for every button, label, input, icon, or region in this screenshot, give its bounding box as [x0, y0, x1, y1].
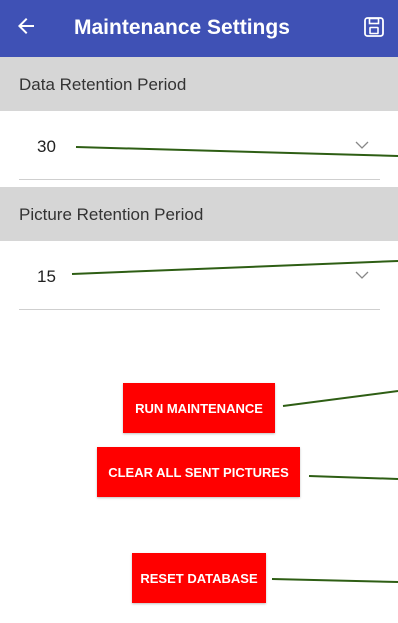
reset-database-button[interactable]: RESET DATABASE	[132, 553, 266, 603]
data-retention-label: Data Retention Period	[19, 75, 187, 94]
callout-line-run-maintenance	[282, 390, 398, 407]
callout-line-reset-database	[271, 578, 398, 583]
data-retention-spinner[interactable]: 30	[19, 117, 380, 180]
picture-retention-value: 15	[37, 267, 56, 286]
chevron-down-icon	[355, 141, 369, 149]
data-retention-header: Data Retention Period	[0, 57, 398, 111]
picture-retention-header: Picture Retention Period	[0, 187, 398, 241]
callout-line-clear-pictures	[308, 475, 398, 480]
app-bar: Maintenance Settings	[0, 0, 398, 57]
back-arrow-icon[interactable]	[14, 14, 38, 38]
chevron-down-icon	[355, 271, 369, 279]
picture-retention-spinner[interactable]: 15	[19, 247, 380, 310]
clear-all-sent-pictures-button[interactable]: CLEAR ALL SENT PICTURES	[97, 447, 300, 497]
run-maintenance-button[interactable]: RUN MAINTENANCE	[123, 383, 275, 433]
picture-retention-label: Picture Retention Period	[19, 205, 204, 224]
save-icon[interactable]	[362, 15, 386, 39]
page-title: Maintenance Settings	[74, 16, 290, 39]
data-retention-value: 30	[37, 137, 56, 156]
